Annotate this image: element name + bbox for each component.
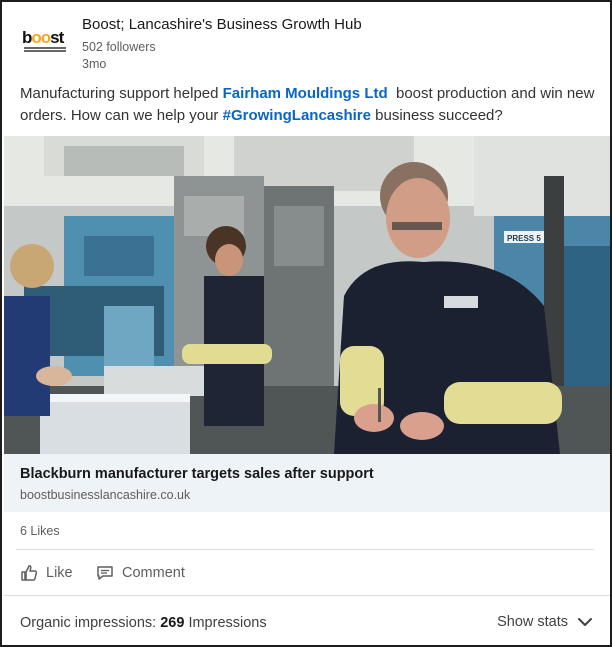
- impressions-suffix: Impressions: [184, 615, 267, 631]
- company-mention-link[interactable]: Fairham Mouldings Ltd: [223, 85, 388, 102]
- likes-count[interactable]: 6 Likes: [20, 524, 60, 538]
- comment-icon: [97, 566, 113, 580]
- company-logo[interactable]: boost: [22, 28, 70, 58]
- link-preview[interactable]: Blackburn manufacturer targets sales aft…: [4, 454, 610, 512]
- post-image[interactable]: PRESS 5: [4, 136, 610, 454]
- impressions-summary: Organic impressions: 269 Impressions: [20, 615, 267, 631]
- like-button[interactable]: Like: [20, 558, 73, 588]
- hashtag-link[interactable]: #GrowingLancashire: [223, 107, 371, 124]
- logo-wordmark: boost: [22, 28, 64, 47]
- company-name[interactable]: Boost; Lancashire's Business Growth Hub: [82, 16, 362, 33]
- impressions-prefix: Organic impressions:: [20, 615, 161, 631]
- divider: [4, 595, 610, 596]
- post-time: 3mo: [82, 57, 107, 71]
- post-header: boost Boost; Lancashire's Business Growt…: [2, 2, 610, 80]
- post-text: Manufacturing support helped Fairham Mou…: [20, 83, 595, 127]
- divider: [16, 549, 594, 550]
- post-text-part: business succeed?: [370, 107, 503, 124]
- post-text-part: Manufacturing support helped: [20, 85, 223, 102]
- factory-workers-photo: PRESS 5: [4, 136, 610, 454]
- like-label: Like: [46, 565, 73, 581]
- thumbs-up-icon: [21, 565, 38, 581]
- show-stats-label: Show stats: [497, 614, 568, 630]
- comment-label: Comment: [122, 565, 185, 581]
- post-card: boost Boost; Lancashire's Business Growt…: [0, 0, 612, 647]
- follower-count: 502 followers: [82, 40, 156, 54]
- show-stats-button[interactable]: Show stats: [497, 614, 592, 630]
- logo-tagline: [24, 47, 66, 53]
- preview-domain: boostbusinesslancashire.co.uk: [20, 488, 191, 502]
- press-sign: PRESS 5: [507, 234, 541, 243]
- comment-button[interactable]: Comment: [96, 558, 185, 588]
- impressions-count: 269: [160, 615, 185, 631]
- preview-title[interactable]: Blackburn manufacturer targets sales aft…: [20, 466, 374, 482]
- chevron-down-icon: [578, 618, 592, 626]
